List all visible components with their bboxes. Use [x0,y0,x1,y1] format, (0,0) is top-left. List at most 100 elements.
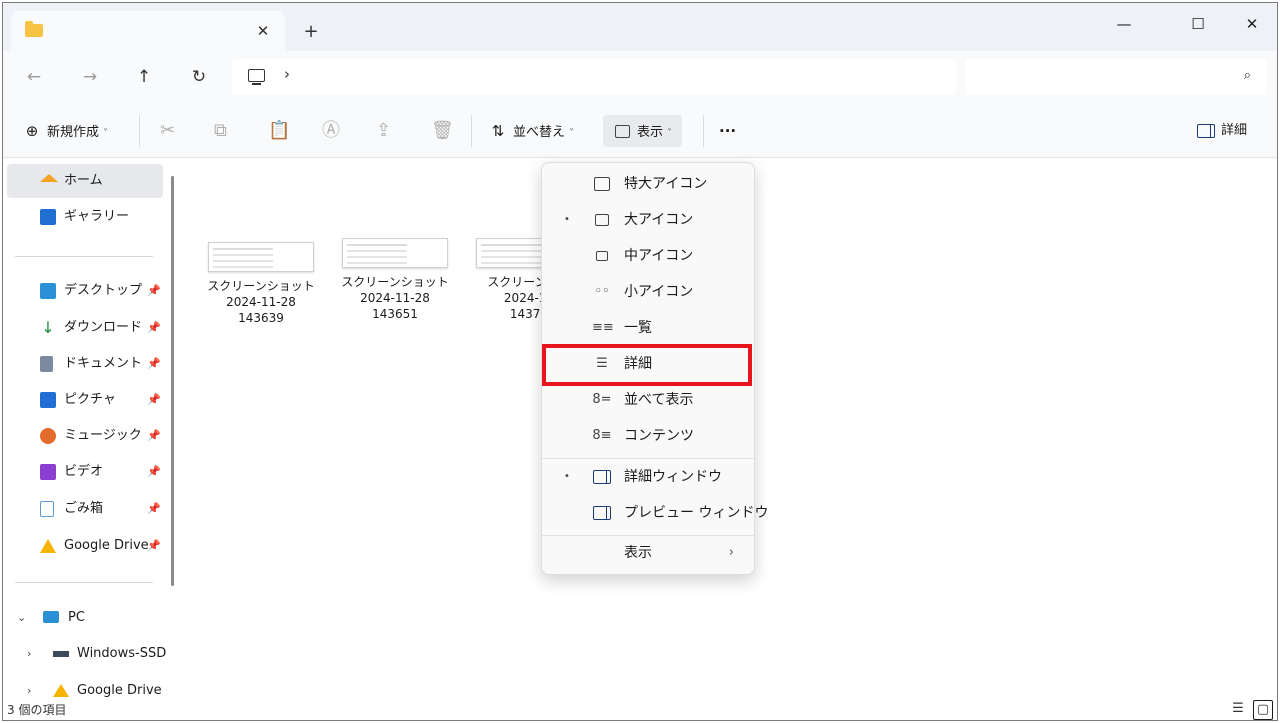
tab-close-icon[interactable]: ✕ [251,19,275,43]
file-item[interactable]: スクリーンショット 2024-11-28 143639 [201,242,321,326]
chevron-down-icon[interactable]: ⌄ [17,601,26,635]
details-highlight-box [542,344,752,386]
sidebar-item-music[interactable]: ミュージック 📌 [7,419,163,453]
sort-button[interactable]: ⇅ 並べ替え ˅ [489,115,574,147]
menu-item-tiles[interactable]: 8= 並べて表示 [546,382,750,418]
sidebar-item-google-drive[interactable]: Google Drive 📌 [7,529,163,563]
sidebar-item-pictures[interactable]: ピクチャ 📌 [7,383,163,417]
up-button[interactable]: ↑ [129,63,159,91]
pin-icon[interactable]: 📌 [147,274,161,308]
sidebar-item-label: Google Drive [64,538,149,553]
file-item[interactable]: スクリーンショット 2024-11-28 143651 [335,238,455,322]
menu-item-preview-pane[interactable]: プレビュー ウィンドウ [546,495,768,531]
small-icon: ◦◦ [594,284,610,299]
menu-item-label: 一覧 [624,320,652,336]
close-button[interactable]: ✕ [1229,9,1275,39]
plus-circle-icon: ⊕ [25,122,39,140]
minimize-button[interactable]: — [1101,9,1147,39]
file-time: 143639 [238,311,284,325]
file-name: スクリーンショット [341,275,449,289]
chevron-down-icon: ˅ [569,128,575,139]
new-button[interactable]: ⊕ 新規作成 ˅ [23,115,108,147]
address-field[interactable]: › [232,59,956,95]
recycle-bin-icon [40,501,54,517]
back-button[interactable]: ← [19,63,49,91]
sidebar-item-documents[interactable]: ドキュメント 📌 [7,347,163,381]
menu-item-small-icons[interactable]: ◦◦ 小アイコン [546,274,750,310]
sidebar-item-label: ビデオ [64,464,104,479]
menu-item-large-icons[interactable]: • 大アイコン [546,202,750,238]
sidebar-item-label: ピクチャ [64,392,116,407]
paste-button[interactable]: 📋 [268,115,290,147]
menu-item-details-pane[interactable]: • 詳細ウィンドウ [546,459,750,495]
sidebar-item-label: ギャラリー [64,209,130,224]
sidebar-scrollbar[interactable] [171,176,174,586]
sidebar-divider [15,582,153,583]
details-pane-button[interactable]: 詳細 [1197,115,1247,147]
google-drive-icon [40,539,56,553]
pin-icon[interactable]: 📌 [147,455,161,489]
large-icon [592,202,612,238]
preview-pane-icon [592,495,612,531]
delete-button[interactable]: 🗑 [431,115,454,147]
sidebar-item-label: ダウンロード [64,320,143,335]
breadcrumb-chevron-icon[interactable]: › [284,65,290,83]
pc-icon [248,69,265,85]
pin-icon[interactable]: 📌 [147,383,161,417]
menu-item-content[interactable]: 8≡ コンテンツ [546,418,750,454]
tiles-icon: 8= [592,392,612,407]
music-icon [40,428,56,444]
copy-button[interactable]: ⧉ [214,115,227,147]
large-icons-view-button[interactable]: ▢ [1253,700,1273,720]
pin-icon[interactable]: 📌 [147,492,161,526]
pictures-icon [40,392,56,408]
menu-item-label: コンテンツ [624,428,694,444]
menu-item-show[interactable]: 表示 › [546,535,750,571]
menu-item-extra-large-icons[interactable]: 特大アイコン [546,166,750,202]
more-options-button[interactable]: ··· [719,115,736,147]
toolbar-divider [703,115,704,147]
maximize-button[interactable]: ☐ [1175,9,1221,39]
new-tab-button[interactable]: + [298,19,324,45]
details-pane-icon [592,459,612,495]
desktop-icon [40,283,56,299]
menu-item-label: 中アイコン [624,248,694,264]
sidebar-item-videos[interactable]: ビデオ 📌 [7,455,163,489]
cut-button[interactable]: ✂ [160,115,175,147]
sidebar-item-home[interactable]: ホーム [7,164,163,198]
file-name: スクリーンショット [207,279,315,293]
menu-item-list[interactable]: ≡≡ 一覧 [546,310,750,346]
search-input[interactable]: ⌕ [965,59,1267,95]
pin-icon[interactable]: 📌 [147,347,161,381]
pc-icon [43,611,59,623]
menu-item-label: 小アイコン [624,284,694,300]
extra-large-icon [592,166,612,202]
refresh-button[interactable]: ↻ [184,63,214,91]
tab-home[interactable]: ✕ [11,11,285,51]
details-view-button[interactable]: ☰ [1229,700,1247,718]
tree-item-pc[interactable]: ⌄ PC [7,601,167,635]
pin-icon[interactable]: 📌 [147,419,161,453]
chevron-down-icon: ˅ [103,128,109,139]
sidebar-item-label: ホーム [64,173,103,188]
sidebar-item-label: ミュージック [64,428,142,443]
tree-item-windows-ssd[interactable]: › Windows-SSD [7,637,167,671]
view-button[interactable]: 表示 ˅ [603,115,683,147]
sidebar-item-gallery[interactable]: ギャラリー [7,200,163,234]
chevron-right-icon[interactable]: › [27,637,31,671]
rename-button[interactable]: Ⓐ [322,115,340,147]
forward-button[interactable]: → [75,63,105,91]
menu-item-medium-icons[interactable]: 中アイコン [546,238,750,274]
share-button[interactable]: ⇪ [376,115,391,147]
sidebar-item-desktop[interactable]: デスクトップ 📌 [7,274,163,308]
tree-item-label: PC [68,610,85,625]
file-time: 143651 [372,307,418,321]
selected-dot-icon: • [564,471,570,482]
title-bar: ✕ + — ☐ ✕ [3,3,1277,51]
file-date: 2024-11-28 [360,291,430,305]
sidebar-item-downloads[interactable]: ↓ ダウンロード 📌 [7,311,163,345]
sidebar-item-recycle-bin[interactable]: ごみ箱 📌 [7,492,163,526]
pin-icon[interactable]: 📌 [147,311,161,345]
pin-icon[interactable]: 📌 [147,529,161,563]
command-bar: ⊕ 新規作成 ˅ ✂ ⧉ 📋 Ⓐ ⇪ 🗑 ⇅ 並べ替え ˅ 表示 ˅ ··· 詳細 [3,103,1277,158]
